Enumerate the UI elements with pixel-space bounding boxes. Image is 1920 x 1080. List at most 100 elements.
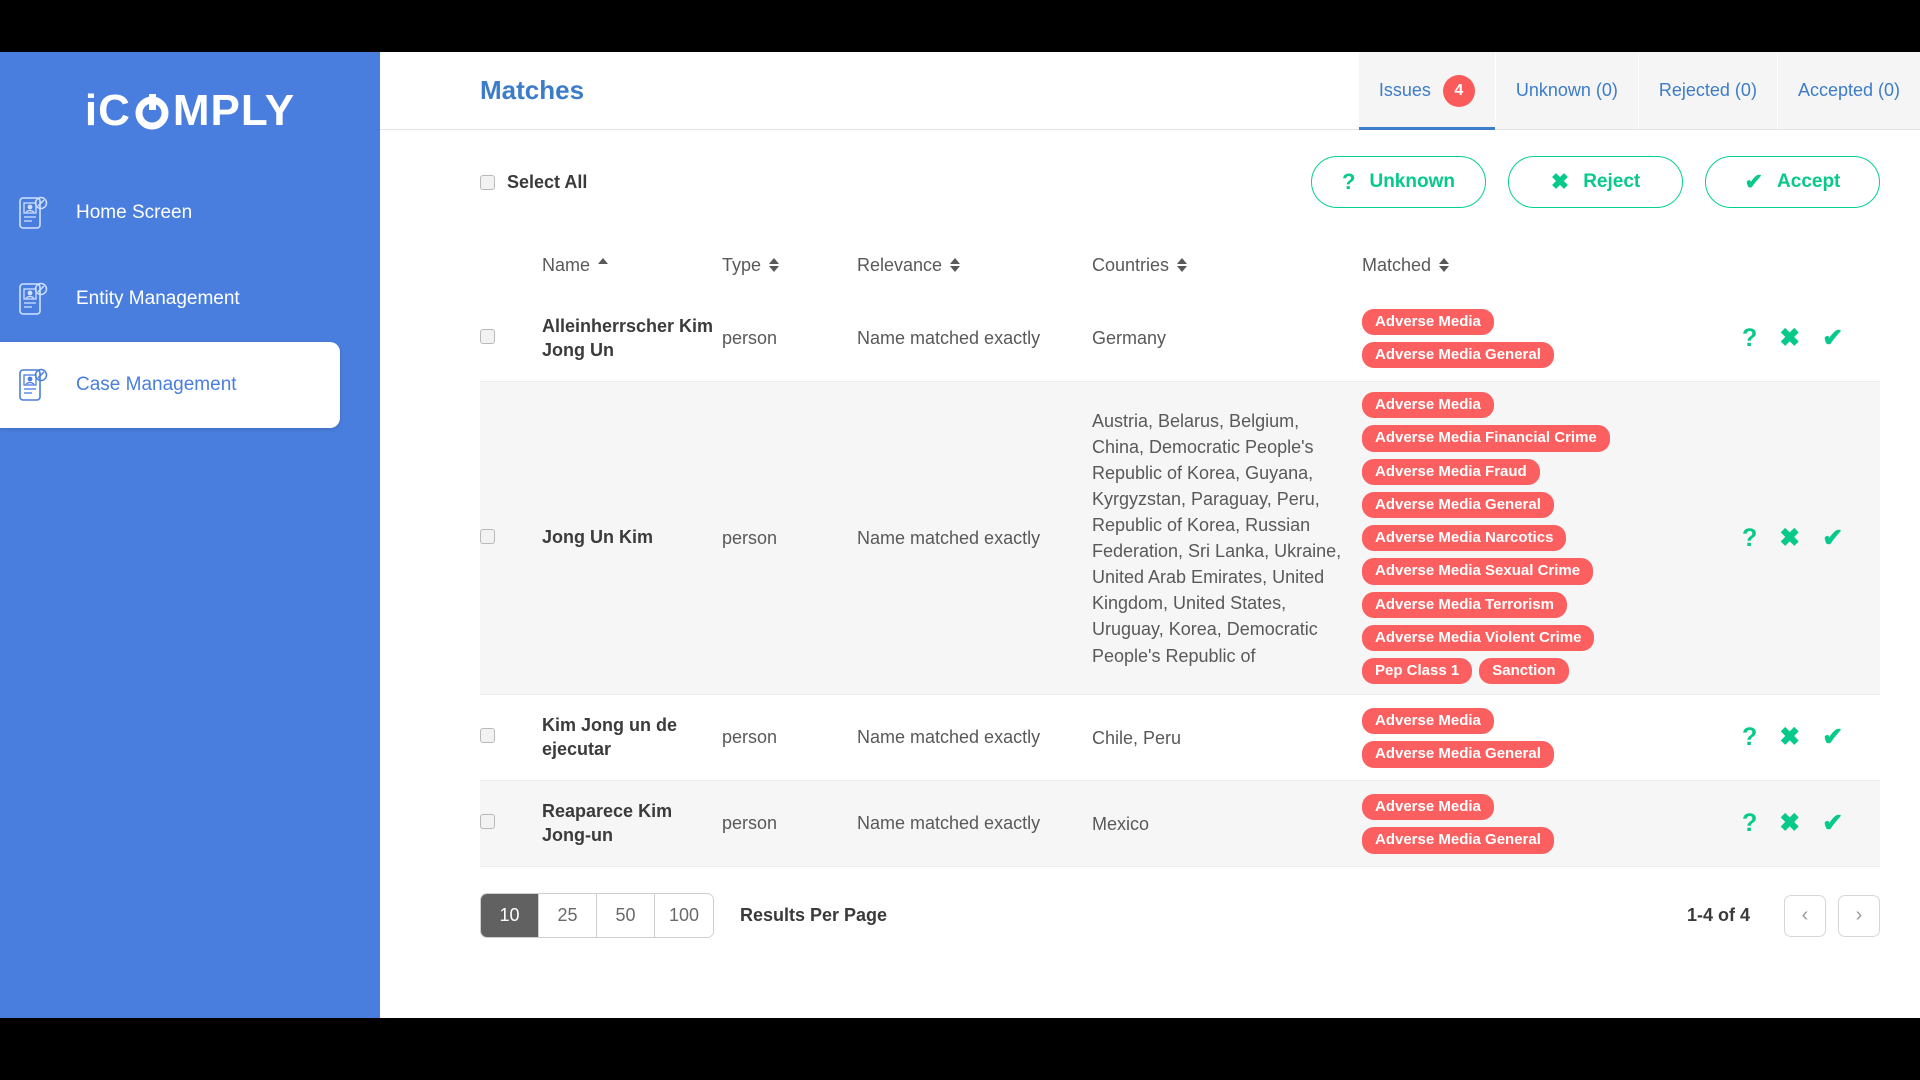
prev-page-button[interactable]: ‹ [1784,894,1826,937]
sort-both-icon [950,258,961,272]
sort-both-icon [1177,258,1188,272]
result-range-label: 1-4 of 4 [1686,905,1750,926]
page-size-option[interactable]: 25 [539,894,597,938]
column-header-matched[interactable]: Matched [1362,255,1730,276]
row-check-icon[interactable]: ✔ [1822,725,1843,750]
matched-tag[interactable]: Adverse Media Fraud [1362,458,1540,485]
row-actions: ? ✖ ✔ [1730,725,1880,750]
sidebar-item-case-management[interactable]: Case Management [0,342,340,428]
row-relevance: Name matched exactly [857,813,1041,834]
matched-tag[interactable]: Adverse Media Sexual Crime [1362,558,1594,585]
matched-tag[interactable]: Adverse Media [1362,308,1494,335]
tab-accepted[interactable]: Accepted (0) [1776,52,1920,129]
row-countries: Austria, Belarus, Belgium, China, Democr… [1092,410,1342,666]
status-badge: 4 [1442,74,1475,107]
table-footer: 10 25 50 100 Results Per Page 1-4 of 4 ‹ › [380,867,1920,939]
column-header-name[interactable]: Name [542,255,722,276]
row-relevance: Name matched exactly [857,328,1041,348]
row-type: person [722,328,778,348]
row-cross-icon[interactable]: ✖ [1779,725,1800,750]
row-question-mark-icon[interactable]: ? [1742,811,1757,836]
sidebar-item-label: Case Management [76,374,237,395]
row-cross-icon[interactable]: ✖ [1779,326,1800,351]
tab-issues[interactable]: Issues 4 [1357,52,1495,130]
page-size-option[interactable]: 10 [481,894,539,938]
question-mark-icon: ? [1342,169,1356,194]
bulk-action-buttons: ? Unknown ✖ Reject ✔ Accept [1311,156,1880,208]
row-type: person [722,527,778,548]
tab-bar: Issues 4 Unknown (0) Rejected (0) Accept… [1357,52,1920,130]
row-relevance: Name matched exactly [857,527,1041,548]
sidebar-item-label: Entity Management [76,288,240,309]
matched-tag[interactable]: Adverse Media Financial Crime [1362,425,1610,452]
matched-tag[interactable]: Adverse Media General [1362,827,1554,854]
row-matched-cell: Adverse Media Adverse Media General [1362,794,1730,854]
row-check-icon[interactable]: ✔ [1822,326,1843,351]
mobile-id-icon [18,282,48,316]
reject-button[interactable]: ✖ Reject [1508,156,1683,208]
unknown-button[interactable]: ? Unknown [1311,156,1486,208]
table-row[interactable]: Jong Un Kim person Name matched exactly … [480,382,1880,696]
matched-tag[interactable]: Adverse Media [1362,708,1494,735]
row-question-mark-icon[interactable]: ? [1742,525,1757,551]
row-name: Kim Jong un de ejecutar [542,715,677,759]
row-question-mark-icon[interactable]: ? [1742,326,1757,351]
row-name: Alleinherrscher Kim Jong Un [542,315,714,360]
matched-tag[interactable]: Adverse Media [1362,794,1494,821]
logo-text-c: C [98,86,131,135]
table-row[interactable]: Kim Jong un de ejecutar person Name matc… [480,695,1880,782]
select-all-label: Select All [507,171,588,192]
matched-tag[interactable]: Adverse Media Terrorism [1362,591,1567,618]
row-checkbox[interactable] [480,728,495,744]
tab-label: Accepted (0) [1797,80,1900,100]
matched-tag[interactable]: Adverse Media General [1362,741,1554,768]
sidebar-item-home-screen[interactable]: Home Screen [0,170,380,256]
row-matched-cell: Adverse Media Adverse Media General [1362,708,1730,768]
logo-text-mply: MPLY [172,86,296,135]
tab-unknown[interactable]: Unknown (0) [1494,52,1638,129]
tab-rejected[interactable]: Rejected (0) [1637,52,1777,129]
table-row[interactable]: Reaparece Kim Jong-un person Name matche… [480,781,1880,868]
sidebar-item-entity-management[interactable]: Entity Management [0,256,380,342]
mobile-id-icon [18,368,48,402]
row-countries: Chile, Peru [1092,727,1182,748]
row-cross-icon[interactable]: ✖ [1779,525,1800,551]
matched-tag[interactable]: Pep Class 1 [1362,658,1473,685]
reject-button-label: Reject [1583,171,1641,192]
select-all-control[interactable]: Select All [480,172,587,193]
matched-tag[interactable]: Sanction [1479,658,1569,685]
select-all-checkbox[interactable] [480,174,495,190]
accept-button[interactable]: ✔ Accept [1705,156,1880,208]
row-type: person [722,813,778,834]
row-check-icon[interactable]: ✔ [1822,525,1843,551]
row-check-icon[interactable]: ✔ [1822,811,1843,836]
page-size-option[interactable]: 50 [597,894,655,938]
row-cross-icon[interactable]: ✖ [1779,811,1800,836]
matched-tag[interactable]: Adverse Media Narcotics [1362,525,1567,552]
mobile-id-icon [18,196,48,230]
row-checkbox[interactable] [480,814,495,830]
next-page-button[interactable]: › [1838,894,1880,937]
tab-label: Unknown (0) [1515,80,1618,100]
matched-tag[interactable]: Adverse Media Violent Crime [1362,624,1595,651]
matched-tag[interactable]: Adverse Media General [1362,491,1554,518]
column-header-countries[interactable]: Countries [1092,255,1362,276]
matched-tag[interactable]: Adverse Media [1362,392,1494,419]
sort-both-icon [769,258,780,272]
row-checkbox[interactable] [480,528,495,544]
row-name: Jong Un Kim [542,527,653,548]
accept-button-label: Accept [1777,171,1841,192]
row-question-mark-icon[interactable]: ? [1742,725,1757,750]
page-size-selector[interactable]: 10 25 50 100 [480,893,714,939]
row-actions: ? ✖ ✔ [1730,326,1880,351]
row-type: person [722,727,778,748]
matched-tag[interactable]: Adverse Media General [1362,342,1554,369]
app-root: i C MPLY Home Screen Entity Management C… [0,52,1920,1018]
brand-logo: i C MPLY [0,52,380,170]
tab-label: Rejected (0) [1658,80,1757,100]
column-header-type[interactable]: Type [722,255,857,276]
row-checkbox[interactable] [480,329,495,344]
page-size-option[interactable]: 100 [655,894,713,938]
table-row[interactable]: Alleinherrscher Kim Jong Un person Name … [480,296,1880,382]
column-header-relevance[interactable]: Relevance [857,255,1092,276]
